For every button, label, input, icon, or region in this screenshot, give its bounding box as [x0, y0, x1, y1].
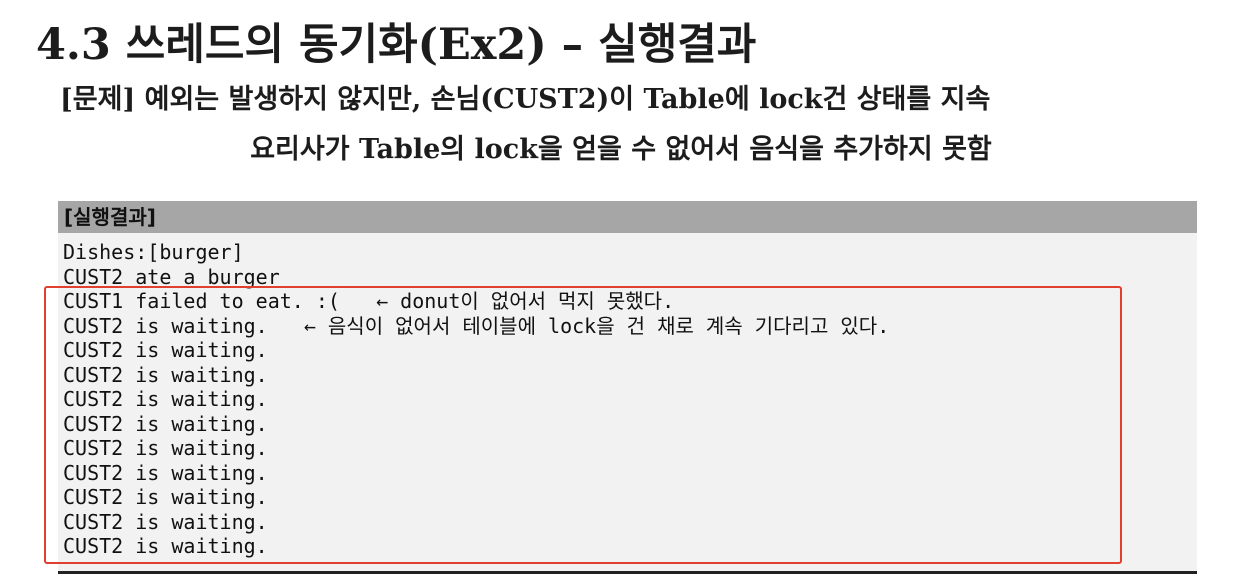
problem-statement-line1: [문제] 예외는 발생하지 않지만, 손님(CUST2)이 Table에 loc… — [60, 84, 991, 115]
output-line: CUST2 is waiting. — [63, 387, 268, 411]
output-line: CUST2 is waiting. — [63, 411, 268, 436]
output-line: CUST2 is waiting. — [63, 485, 268, 509]
output-line: CUST2 ate a burger — [63, 264, 280, 289]
output-line: CUST2 is waiting. — [63, 436, 268, 460]
slide-title: 4.3 쓰레드의 동기화(Ex2) – 실행결과 — [36, 20, 757, 70]
output-line: CUST2 is waiting. — [63, 509, 268, 534]
problem-statement-line2: 요리사가 Table의 lock을 얻을 수 없어서 음식을 추가하지 못함 — [250, 134, 992, 165]
execution-result-box: [실행결과] Dishes:[burger] CUST2 ate a burger… — [58, 201, 1197, 574]
output-line: CUST2 is waiting. ← 음식이 없어서 테이블에 lock을 건… — [63, 313, 890, 338]
output-line: CUST2 is waiting. — [63, 338, 268, 362]
output-line: CUST2 is waiting. — [63, 534, 268, 558]
slide-page: 4.3 쓰레드의 동기화(Ex2) – 실행결과 [문제] 예외는 발생하지 않… — [0, 0, 1242, 582]
output-line: CUST2 is waiting. — [63, 460, 268, 485]
result-header: [실행결과] — [58, 201, 1197, 233]
output-line: CUST1 failed to eat. :( ← donut이 없어서 먹지 … — [63, 289, 675, 313]
console-output: Dishes:[burger] CUST2 ate a burger CUST1 f… — [63, 240, 889, 559]
output-line: CUST2 is waiting. — [63, 362, 268, 387]
output-line: Dishes:[burger] — [63, 240, 244, 264]
